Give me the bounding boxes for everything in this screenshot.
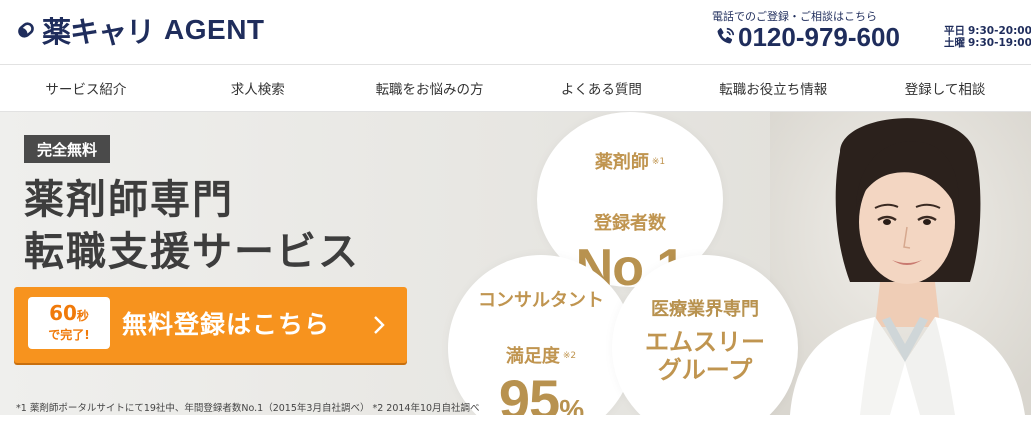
hours-day-saturday: 土曜 <box>944 37 965 49</box>
circle2-note: ※2 <box>562 351 577 361</box>
main-nav: サービス紹介 求人検索 転職をお悩みの方 よくある質問 転職お役立ち情報 登録し… <box>0 64 1031 112</box>
phone-icon <box>717 27 735 44</box>
circle2-line1: コンサルタント <box>478 290 604 311</box>
circle2-big: 95 <box>498 368 560 416</box>
free-badge: 完全無料 <box>24 135 111 163</box>
nav-item-job-search[interactable]: 求人検索 <box>172 65 344 111</box>
hero-banner: 完全無料 薬剤師専門 転職支援サービス 60秒 で完了! 無料登録はこちら 薬剤… <box>0 112 1031 415</box>
capsule-logo-icon <box>18 22 34 38</box>
chevron-right-icon <box>374 316 385 334</box>
headline-line-2: 転職支援サービス <box>24 229 360 275</box>
nav-item-service[interactable]: サービス紹介 <box>0 65 172 111</box>
hero-headline: 薬剤師専門 転職支援サービス <box>24 174 360 278</box>
logo-agent-text: AGENT <box>164 14 265 45</box>
cta-label: 無料登録はこちら <box>122 310 331 339</box>
cta-done-text: で完了! <box>48 328 90 342</box>
sixty-seconds-badge: 60秒 で完了! <box>28 297 110 349</box>
nav-item-useful-info[interactable]: 転職お役立ち情報 <box>687 65 859 111</box>
circle1-line1: 薬剤師 <box>594 152 649 173</box>
contact-block: 電話でのご登録・ご相談はこちら 0120-979-600 平日 9:30-20:0… <box>712 8 1031 54</box>
site-header: 薬キャリ AGENT 電話でのご登録・ご相談はこちら 0120-979-600 … <box>0 0 1031 64</box>
nav-item-register[interactable]: 登録して相談 <box>859 65 1031 111</box>
nav-item-worries[interactable]: 転職をお悩みの方 <box>344 65 516 111</box>
pharmacist-photo <box>770 112 1031 415</box>
circle2-unit: % <box>559 394 584 415</box>
logo-text: 薬キャリ <box>42 15 155 49</box>
nav-item-faq[interactable]: よくある質問 <box>515 65 687 111</box>
free-register-button[interactable]: 60秒 で完了! 無料登録はこちら <box>14 287 407 363</box>
hours-time-weekday: 9:30-20:00 <box>968 25 1031 37</box>
circle2-line2: 満足度 <box>505 346 560 367</box>
circle3-line1: 医療業界専門 <box>651 299 759 320</box>
business-hours: 平日 9:30-20:00 土曜 9:30-19:00 <box>944 25 1031 49</box>
circle1-line2: 登録者数 <box>594 213 666 234</box>
phone-number[interactable]: 0120-979-600 <box>738 22 900 53</box>
cta-seconds: 60 <box>49 301 77 325</box>
headline-line-1: 薬剤師専門 <box>24 177 234 223</box>
circle3-line2: エムスリー <box>645 328 765 356</box>
site-logo[interactable]: 薬キャリ AGENT <box>14 10 265 50</box>
hours-day-weekday: 平日 <box>944 25 965 37</box>
circle1-note: ※1 <box>651 157 666 167</box>
footnote: *1 薬剤師ポータルサイトにて19社中、年間登録者数No.1（2015年3月自社… <box>16 403 480 414</box>
hours-time-saturday: 9:30-19:00 <box>968 37 1031 49</box>
circle3-line3: グループ <box>657 356 753 384</box>
cta-seconds-unit: 秒 <box>76 309 89 323</box>
